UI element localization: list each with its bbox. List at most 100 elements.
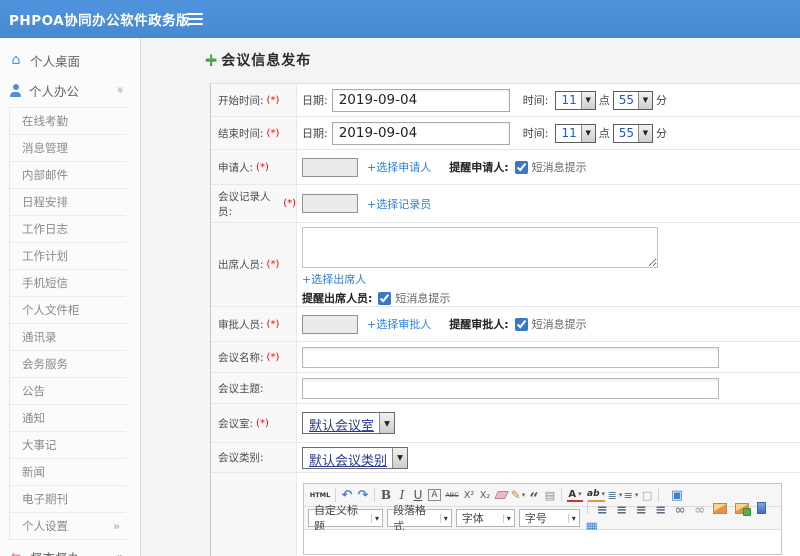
applicant-sms-checkbox[interactable] (514, 160, 528, 174)
start-minute-select[interactable]: 55 ▼ (612, 90, 653, 110)
sidebar-subitem[interactable]: 日程安排 (10, 189, 126, 216)
html-source-icon[interactable]: HTML (308, 487, 332, 504)
sidebar-subitem[interactable]: 通讯录 (10, 324, 126, 351)
sidebar-subitem-settings[interactable]: 个人设置 » (10, 513, 126, 540)
sidebar-subitem[interactable]: 电子期刊 (10, 486, 126, 513)
sidebar-subitem[interactable]: 消息管理 (10, 135, 126, 162)
unlink-icon[interactable]: ∞ (692, 502, 708, 519)
meeting-room-select[interactable]: 默认会议室 ▼ (302, 412, 396, 434)
link-icon[interactable]: ∞ (672, 502, 688, 519)
meeting-name-label: 会议名称: (218, 351, 264, 364)
sidebar-subitem-label: 新闻 (22, 465, 45, 479)
sidebar-subitem[interactable]: 通知 (10, 405, 126, 432)
chevron-right-icon: » (112, 519, 120, 533)
pick-approver-link[interactable]: +选择审批人 (367, 316, 431, 332)
sidebar-subitem[interactable]: 工作计划 (10, 243, 126, 270)
eraser-icon[interactable] (494, 491, 509, 499)
end-hour-select[interactable]: 11 ▼ (555, 123, 596, 143)
sidebar-subitem-label: 个人文件柜 (22, 303, 80, 317)
italic-icon[interactable]: I (394, 487, 410, 504)
separator[interactable] (586, 500, 588, 514)
paragraph-format-select[interactable]: 段落格式 ▾ (387, 504, 452, 533)
sidebar-subitem[interactable]: 在线考勤 (10, 108, 126, 135)
upload-image-icon[interactable] (734, 503, 751, 516)
insert-image-icon[interactable] (713, 503, 728, 514)
remind-attendee-label: 提醒出席人员: (302, 292, 373, 305)
font-family-select[interactable]: 字体 ▾ (455, 509, 515, 527)
dropdown-arrow-icon: ▾ (439, 513, 448, 523)
attendee-sms-checkbox[interactable] (378, 291, 392, 305)
approver-input[interactable] (302, 314, 358, 334)
sidebar-subitem-label: 工作日志 (22, 222, 68, 236)
row-meeting-room: 会议室: (*) 默认会议室 ▼ (211, 404, 800, 443)
required-mark: (*) (256, 417, 269, 429)
sms-label: 短消息提示 (395, 292, 451, 305)
align-justify-icon[interactable]: ≡ (653, 502, 669, 519)
sidebar-subitem[interactable]: 大事记 (10, 432, 126, 459)
sidebar-subitem[interactable]: 工作日志 (10, 216, 126, 243)
sidebar-subitem[interactable]: 内部邮件 (10, 162, 126, 189)
sidebar-subitem[interactable]: 会务服务 (10, 351, 126, 378)
insert-media-icon[interactable] (757, 502, 767, 514)
applicant-input[interactable] (302, 157, 358, 177)
meeting-name-input[interactable] (302, 346, 719, 368)
sidebar-item-supervision[interactable]: ⇆ 督查督办 » (0, 542, 140, 556)
hour-unit: 点 (598, 94, 610, 107)
approver-sms-checkbox[interactable] (514, 317, 528, 331)
required-mark: (*) (256, 161, 269, 173)
paste-icon[interactable]: ▤ (542, 487, 558, 504)
align-center-icon[interactable]: ≡ (614, 502, 630, 519)
sidebar-subitem[interactable]: 手机短信 (10, 270, 126, 297)
app-title: PHPOA协同办公软件政务版 (9, 13, 191, 29)
start-date-input[interactable] (331, 88, 510, 112)
separator[interactable] (374, 488, 375, 502)
end-minute-select[interactable]: 55 ▼ (612, 123, 653, 143)
superscript-icon[interactable]: X² (461, 487, 477, 504)
pick-attendee-link[interactable]: +选择出席人 (302, 271, 366, 287)
separator[interactable] (335, 488, 336, 502)
strikethrough-icon[interactable]: ABC (443, 487, 461, 504)
sidebar-item-label: 督查督办 (30, 548, 80, 556)
meeting-category-select[interactable]: 默认会议类别 ▼ (302, 446, 409, 469)
attendee-textarea[interactable] (302, 227, 658, 268)
align-right-icon[interactable]: ≡ (633, 502, 649, 519)
editor-content-area[interactable] (304, 530, 781, 554)
meeting-subject-input[interactable] (302, 377, 719, 399)
dropdown-arrow-icon: ▼ (580, 91, 595, 109)
font-color-icon[interactable]: A (567, 489, 583, 502)
underline-icon[interactable]: U (410, 487, 426, 504)
separator[interactable] (561, 488, 562, 502)
sidebar-subitem[interactable]: 新闻 (10, 459, 126, 486)
blockquote-icon[interactable]: “ (526, 487, 542, 506)
pick-applicant-link[interactable]: +选择申请人 (367, 159, 431, 175)
format-brush-icon[interactable]: ✎ (510, 487, 526, 504)
font-border-icon[interactable]: A (428, 489, 441, 501)
subscript-icon[interactable]: X₂ (477, 487, 493, 504)
font-size-select[interactable]: 字号 ▾ (518, 509, 580, 527)
row-meeting-subject: 会议主题: (211, 373, 800, 404)
undo-icon[interactable]: ↶ (339, 487, 355, 504)
minute-unit: 分 (656, 94, 667, 107)
start-hour-select[interactable]: 11 ▼ (555, 90, 596, 110)
sidebar-subitem-label: 会务服务 (22, 357, 68, 371)
sidebar-item-label: 个人办公 (29, 83, 80, 99)
recorder-input[interactable] (302, 194, 358, 213)
sidebar-item-desktop[interactable]: ⌂ 个人桌面 (0, 45, 140, 75)
redo-icon[interactable]: ↷ (355, 487, 371, 504)
row-start-time: 开始时间:(*) 日期: 时间: 11▼ 点 55▼ 分 (211, 84, 800, 117)
dropdown-arrow-icon: ▼ (638, 124, 652, 142)
end-time-label: 结束时间: (218, 127, 264, 140)
row-meeting-name: 会议名称: (*) (211, 342, 800, 373)
attendee-label: 出席人员: (218, 259, 264, 271)
sms-label: 短消息提示 (531, 161, 587, 174)
sidebar-item-office[interactable]: 个人办公 » (0, 75, 140, 105)
pick-recorder-link[interactable]: +选择记录员 (367, 196, 431, 212)
recorder-label: 会议记录人员: (218, 190, 271, 218)
sidebar-subitem[interactable]: 公告 (10, 378, 126, 405)
heading-style-select[interactable]: 自定义标题 ▾ (308, 504, 384, 533)
end-date-input[interactable] (331, 121, 510, 145)
menu-toggle-icon[interactable] (188, 13, 203, 25)
align-left-icon[interactable]: ≡ (594, 502, 610, 519)
sidebar-subitem[interactable]: 个人文件柜 (10, 297, 126, 324)
bold-icon[interactable]: B (378, 487, 394, 504)
